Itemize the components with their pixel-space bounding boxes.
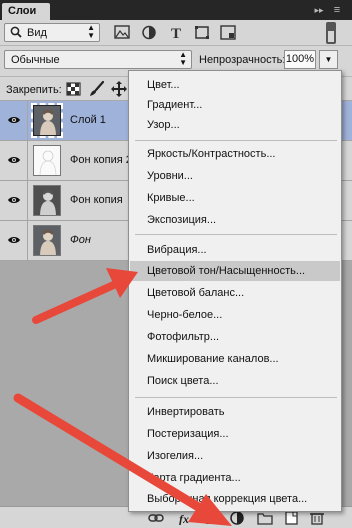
new-group-folder-icon[interactable] [257,511,273,525]
lock-transparent-pixels-icon[interactable] [64,80,84,98]
lock-label: Закрепить: [6,84,62,96]
updown-arrows-icon: ▲ ▼ [87,23,95,40]
menu-item-gradient[interactable]: Градиент... [130,95,340,115]
menu-separator [135,140,337,141]
menu-item-gradient-map[interactable]: Карта градиента... [130,468,340,488]
menu-item-color-balance[interactable]: Цветовой баланс... [130,283,340,303]
filter-pixel-icon[interactable] [112,23,132,42]
panel-header: Слои ▸▸ ≡ [0,0,352,20]
filter-adjustment-icon[interactable] [139,23,159,42]
search-icon [10,25,22,42]
menu-item-black-white[interactable]: Черно-белое... [130,305,340,325]
menu-item-brightness-contrast[interactable]: Яркость/Контрастность... [130,144,340,164]
add-mask-icon[interactable] [205,511,221,525]
tab-layers[interactable]: Слои [2,3,50,20]
layers-panel: Слои ▸▸ ≡ Вид ▲ ▼ T Обычные ▲ ▼ Непрозрачн… [0,0,352,528]
menu-item-color-lookup[interactable]: Поиск цвета... [130,371,340,391]
layer-name: Слой 1 [70,114,106,126]
filter-shape-icon[interactable] [192,23,212,42]
new-adjustment-layer-icon[interactable] [229,511,245,525]
menu-item-channel-mixer[interactable]: Микширование каналов... [130,349,340,369]
menu-separator [135,234,337,235]
filter-smart-object-icon[interactable] [218,23,238,42]
filter-kind-select[interactable]: Вид ▲ ▼ [4,23,100,42]
svg-text:T: T [171,26,181,42]
fx-label: fx [179,512,189,525]
visibility-toggle[interactable] [0,141,28,180]
eye-icon [8,197,20,203]
opacity-label: Непрозрачность: [199,54,286,66]
menu-item-invert[interactable]: Инвертировать [130,402,340,422]
menu-item-posterize[interactable]: Постеризация... [130,424,340,444]
filter-kind-label: Вид [27,27,47,39]
menu-item-photo-filter[interactable]: Фотофильтр... [130,327,340,347]
panel-menu-icon[interactable]: ≡ [330,2,344,18]
updown-arrows-icon: ▲ ▼ [179,50,187,67]
layer-style-fx-icon[interactable]: fx [178,511,196,526]
opacity-input[interactable]: 100% [284,50,316,69]
filter-text-icon[interactable]: T [166,23,186,42]
menu-item-pattern[interactable]: Узор... [130,115,340,135]
menu-item-threshold[interactable]: Изогелия... [130,446,340,466]
layer-thumbnail[interactable] [31,103,63,138]
blend-mode-label: Обычные [11,54,60,66]
eye-icon [8,237,20,243]
menu-item-curves[interactable]: Кривые... [130,188,340,208]
menu-item-exposure[interactable]: Экспозиция... [130,210,340,230]
blend-mode-select[interactable]: Обычные ▲ ▼ [4,50,192,69]
lock-position-move-icon[interactable] [109,80,129,98]
visibility-toggle[interactable] [0,181,28,220]
menu-item-selective-color[interactable]: Выборочная коррекция цвета... [130,489,340,509]
menu-separator [135,397,337,398]
new-layer-icon[interactable] [283,511,299,525]
layer-name: Фон копия 2 [70,154,132,166]
menu-item-vibrance[interactable]: Вибрация... [130,240,340,260]
layer-name: Фон [70,234,91,246]
layer-thumbnail[interactable] [33,225,61,256]
menu-item-hue-saturation[interactable]: Цветовой тон/Насыщенность... [130,261,340,281]
layer-name: Фон копия [70,194,123,206]
menu-item-levels[interactable]: Уровни... [130,166,340,186]
divider [0,45,352,46]
adjustment-layer-menu: Цвет... Градиент... Узор... Яркость/Конт… [128,70,342,512]
opacity-dropdown-button[interactable]: ▼ [319,50,338,69]
menu-item-color[interactable]: Цвет... [130,75,340,95]
visibility-toggle[interactable] [0,221,28,260]
collapse-panel-icon[interactable]: ▸▸ [312,2,326,18]
link-layers-icon[interactable] [148,511,164,525]
trash-icon[interactable] [309,511,325,525]
filter-toggle-switch[interactable] [326,22,336,44]
lock-image-pixels-brush-icon[interactable] [87,80,107,98]
eye-icon [8,157,20,163]
layer-thumbnail[interactable] [33,185,61,216]
visibility-toggle[interactable] [0,101,28,140]
layer-thumbnail[interactable] [33,145,61,176]
eye-icon [8,117,20,123]
